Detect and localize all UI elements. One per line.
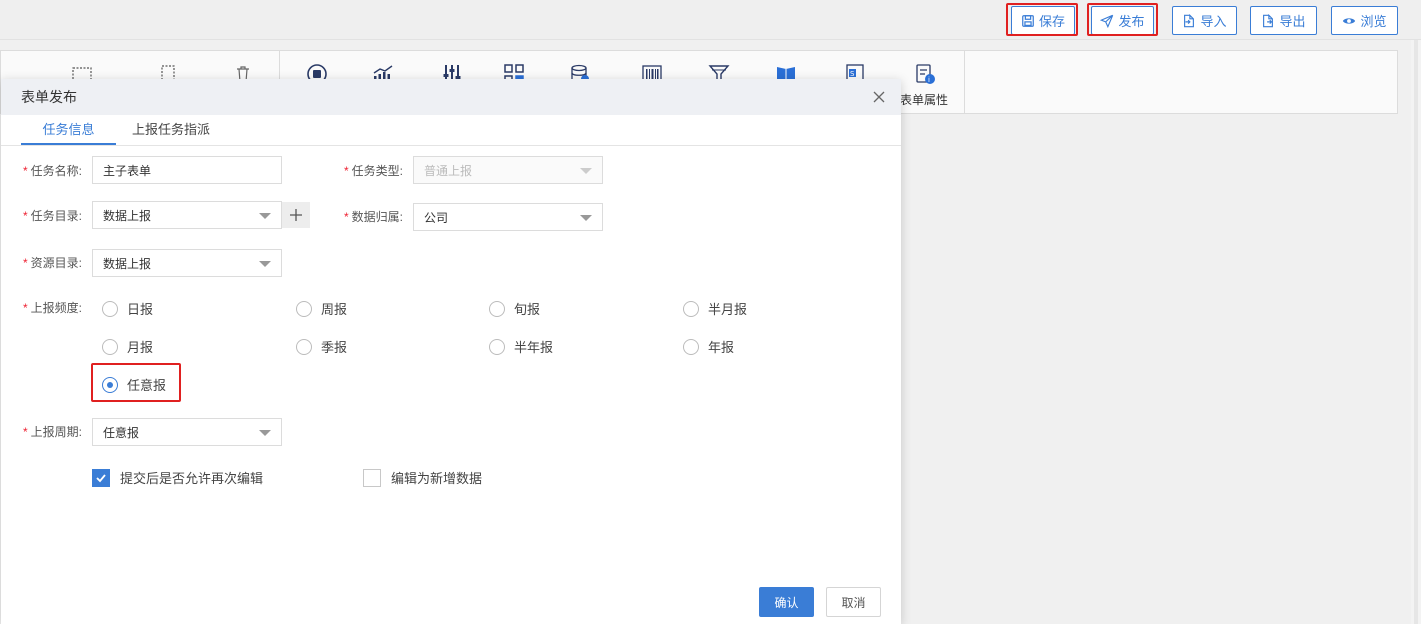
radio-circle	[683, 338, 699, 355]
checkbox-checked	[92, 468, 110, 487]
chevron-down-icon	[259, 261, 271, 267]
confirm-button[interactable]: 确认	[759, 587, 814, 617]
radio-circle	[102, 338, 118, 355]
dialog-header: 表单发布	[1, 79, 901, 115]
radio-weekly[interactable]: 周报	[296, 299, 347, 318]
publish-form-dialog: 表单发布 任务信息 上报任务指派 * 任务名称: 主子表单 * 任务类型: 普通上报…	[1, 79, 901, 624]
radio-daily[interactable]: 日报	[102, 299, 153, 318]
radio-yearly[interactable]: 年报	[683, 337, 734, 356]
top-action-bar: 保存 发布 导入 导出 浏览	[0, 0, 1421, 40]
data-owner-label: * 数据归属:	[344, 210, 404, 224]
checkbox-unchecked	[363, 468, 381, 487]
data-owner-select[interactable]: 公司	[413, 203, 603, 231]
chevron-down-icon	[259, 430, 271, 436]
task-dir-label: * 任务目录:	[23, 209, 83, 223]
dialog-tabs: 任务信息 上报任务指派	[1, 115, 901, 146]
form-props-icon[interactable]: i	[914, 63, 936, 85]
preview-button-label: 浏览	[1360, 14, 1387, 29]
chevron-down-icon	[580, 168, 592, 174]
toolbar-divider	[964, 51, 965, 113]
export-button[interactable]: 导出	[1250, 6, 1317, 35]
page-scrollbar[interactable]	[1411, 40, 1421, 624]
publish-button-label: 发布	[1118, 14, 1145, 29]
radio-circle	[683, 300, 699, 317]
save-button[interactable]: 保存	[1011, 6, 1075, 35]
allow-reedit-checkbox[interactable]: 提交后是否允许再次编辑	[92, 468, 263, 487]
scrollbar-thumb[interactable]	[1414, 40, 1418, 624]
radio-ten-day[interactable]: 旬报	[489, 299, 540, 318]
edit-as-new-checkbox[interactable]: 编辑为新增数据	[363, 468, 482, 487]
form-props-label: 表单属性	[900, 93, 949, 107]
resource-dir-select[interactable]: 数据上报	[92, 249, 282, 277]
radio-any[interactable]: 任意报	[102, 375, 166, 394]
save-icon	[1022, 14, 1034, 27]
radio-circle	[489, 338, 505, 355]
chevron-down-icon	[580, 215, 592, 221]
publish-button[interactable]: 发布	[1091, 6, 1154, 35]
task-dir-value: 数据上报	[103, 208, 152, 223]
task-type-label: * 任务类型:	[344, 164, 404, 178]
radio-circle	[102, 300, 118, 317]
preview-button[interactable]: 浏览	[1331, 6, 1398, 35]
import-button[interactable]: 导入	[1172, 6, 1237, 35]
add-dir-button[interactable]	[282, 202, 310, 228]
import-button-label: 导入	[1200, 14, 1227, 29]
radio-circle	[296, 338, 312, 355]
frequency-label: * 上报频度:	[23, 301, 83, 315]
dialog-title: 表单发布	[21, 89, 77, 105]
radio-half-month[interactable]: 半月报	[683, 299, 747, 318]
radio-quarterly[interactable]: 季报	[296, 337, 347, 356]
send-icon	[1100, 14, 1114, 28]
radio-circle-selected	[102, 376, 118, 393]
check-icon	[96, 473, 106, 482]
period-select[interactable]: 任意报	[92, 418, 282, 446]
period-label: * 上报周期:	[23, 425, 83, 439]
task-dir-select[interactable]: 数据上报	[92, 201, 282, 229]
eye-icon	[1343, 17, 1356, 24]
resource-dir-value: 数据上报	[103, 256, 152, 271]
import-icon	[1184, 13, 1195, 27]
task-name-label: * 任务名称:	[23, 164, 83, 178]
save-button-label: 保存	[1038, 14, 1065, 29]
radio-circle	[489, 300, 505, 317]
svg-text:i: i	[928, 76, 930, 84]
cancel-button[interactable]: 取消	[826, 587, 881, 617]
tab-task-info[interactable]: 任务信息	[21, 115, 116, 145]
task-type-select: 普通上报	[413, 156, 603, 184]
period-value: 任意报	[103, 425, 140, 440]
export-icon	[1263, 13, 1274, 27]
svg-text:S: S	[850, 70, 855, 78]
close-icon[interactable]	[871, 89, 887, 105]
chevron-down-icon	[259, 213, 271, 219]
task-type-value: 普通上报	[424, 163, 473, 178]
radio-monthly[interactable]: 月报	[102, 337, 153, 356]
data-owner-value: 公司	[424, 210, 449, 225]
plus-icon	[290, 209, 302, 221]
radio-half-year[interactable]: 半年报	[489, 337, 553, 356]
radio-circle	[296, 300, 312, 317]
task-name-field[interactable]: 主子表单	[92, 156, 282, 184]
task-name-value: 主子表单	[103, 163, 152, 178]
export-button-label: 导出	[1279, 14, 1306, 29]
resource-dir-label: * 资源目录:	[23, 256, 83, 270]
tab-task-assign[interactable]: 上报任务指派	[123, 115, 219, 145]
